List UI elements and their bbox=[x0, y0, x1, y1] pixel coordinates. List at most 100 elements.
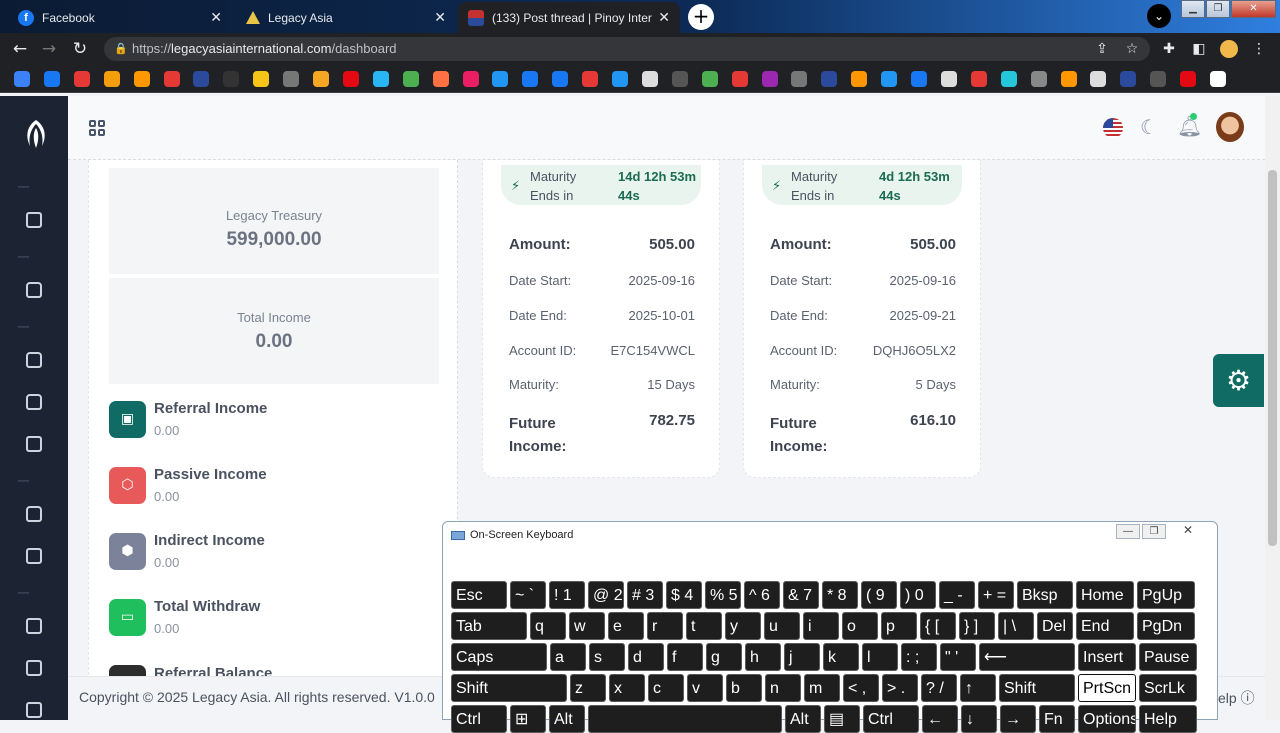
osk-key[interactable]: k bbox=[823, 643, 859, 671]
sidebar-item-grid[interactable] bbox=[26, 702, 42, 718]
bookmark-icon[interactable] bbox=[881, 71, 898, 87]
osk-key[interactable]: h bbox=[745, 643, 781, 671]
osk-key[interactable]: > . bbox=[882, 674, 918, 702]
page-scrollbar[interactable] bbox=[1265, 96, 1280, 720]
osk-key[interactable]: * 8 bbox=[822, 581, 858, 609]
osk-maximize-button[interactable]: ❐ bbox=[1142, 524, 1166, 539]
osk-key[interactable]: ! 1 bbox=[549, 581, 585, 609]
bookmark-icon[interactable] bbox=[313, 71, 329, 87]
osk-key[interactable]: p bbox=[881, 612, 917, 640]
osk-key[interactable]: } ] bbox=[959, 612, 995, 640]
scrollbar-thumb[interactable] bbox=[1268, 170, 1277, 546]
osk-key[interactable]: y bbox=[725, 612, 761, 640]
osk-key[interactable]: : ; bbox=[901, 643, 937, 671]
close-tab-icon[interactable]: ✕ bbox=[434, 9, 446, 26]
bookmark-icon[interactable] bbox=[911, 71, 927, 87]
settings-gear-button[interactable]: ⚙ bbox=[1213, 354, 1264, 407]
osk-key[interactable]: x bbox=[609, 674, 645, 702]
bookmark-icon[interactable] bbox=[940, 71, 957, 87]
share-icon[interactable]: ⇪ bbox=[1094, 41, 1110, 57]
osk-key[interactable]: ( 9 bbox=[861, 581, 897, 609]
tab-pinoy-internet[interactable]: (133) Post thread | Pinoy Internet ✕ bbox=[458, 2, 680, 33]
bookmark-icon[interactable] bbox=[1000, 71, 1017, 87]
osk-key[interactable]: Shift bbox=[451, 674, 567, 702]
bookmark-icon[interactable] bbox=[970, 71, 987, 87]
osk-key[interactable]: n bbox=[765, 674, 801, 702]
osk-key[interactable]: ← bbox=[922, 705, 958, 733]
osk-key[interactable]: Insert bbox=[1078, 643, 1136, 671]
tab-legacy-asia[interactable]: Legacy Asia ✕ bbox=[236, 2, 456, 33]
osk-key[interactable]: ? / bbox=[921, 674, 957, 702]
bookmark-icon[interactable] bbox=[851, 71, 868, 87]
bookmark-icon[interactable] bbox=[671, 71, 688, 87]
legacy-logo-icon[interactable] bbox=[21, 118, 51, 150]
osk-key[interactable]: g bbox=[706, 643, 742, 671]
forward-icon[interactable]: → bbox=[38, 38, 60, 60]
osk-key[interactable]: Options bbox=[1078, 705, 1136, 733]
bookmark-star-icon[interactable]: ☆ bbox=[1124, 41, 1140, 57]
osk-key[interactable]: < , bbox=[843, 674, 879, 702]
bookmark-icon[interactable] bbox=[1150, 71, 1167, 87]
sidebar-item-dashboard[interactable] bbox=[26, 212, 42, 228]
osk-key[interactable]: ↓ bbox=[961, 705, 997, 733]
bookmark-icon[interactable] bbox=[761, 71, 778, 87]
osk-key[interactable]: ) 0 bbox=[900, 581, 936, 609]
dark-mode-icon[interactable]: ☾ bbox=[1140, 115, 1158, 139]
close-tab-icon[interactable]: ✕ bbox=[210, 9, 222, 26]
bookmark-icon[interactable] bbox=[1120, 71, 1137, 87]
osk-key[interactable]: i bbox=[803, 612, 839, 640]
osk-key[interactable]: s bbox=[589, 643, 625, 671]
osk-key[interactable]: PgDn bbox=[1137, 612, 1195, 640]
osk-close-button[interactable]: ✕ bbox=[1176, 524, 1200, 539]
osk-key[interactable]: o bbox=[842, 612, 878, 640]
osk-key[interactable]: b bbox=[726, 674, 762, 702]
osk-key[interactable]: | \ bbox=[998, 612, 1034, 640]
bookmark-icon[interactable] bbox=[582, 71, 599, 87]
osk-key[interactable]: Shift bbox=[999, 674, 1075, 702]
bookmark-icon[interactable] bbox=[73, 71, 90, 87]
osk-key[interactable]: r bbox=[647, 612, 683, 640]
bookmark-icon[interactable] bbox=[402, 71, 419, 87]
bookmark-icon[interactable] bbox=[103, 71, 120, 87]
bookmark-icon[interactable] bbox=[552, 71, 569, 87]
bookmark-icon[interactable] bbox=[372, 71, 389, 87]
osk-key[interactable]: → bbox=[1000, 705, 1036, 733]
osk-key[interactable]: ScrLk bbox=[1139, 674, 1197, 702]
osk-key[interactable]: a bbox=[550, 643, 586, 671]
osk-key[interactable]: Pause bbox=[1139, 643, 1197, 671]
osk-key[interactable]: m bbox=[804, 674, 840, 702]
bookmark-icon[interactable] bbox=[1090, 71, 1107, 87]
side-panel-icon[interactable]: ◧ bbox=[1191, 41, 1207, 57]
osk-key[interactable]: $ 4 bbox=[666, 581, 702, 609]
osk-key[interactable]: PgUp bbox=[1137, 581, 1195, 609]
back-icon[interactable]: ← bbox=[9, 38, 31, 60]
sidebar-item-grid[interactable] bbox=[26, 436, 42, 452]
osk-key[interactable]: f bbox=[667, 643, 703, 671]
bookmark-icon[interactable] bbox=[193, 71, 210, 87]
extensions-icon[interactable]: ✚ bbox=[1161, 41, 1177, 57]
bookmark-icon[interactable] bbox=[701, 71, 718, 87]
sidebar-item-lock[interactable] bbox=[26, 394, 42, 410]
apps-grid-icon[interactable] bbox=[89, 120, 107, 138]
osk-key[interactable]: % 5 bbox=[705, 581, 741, 609]
bookmark-icon[interactable] bbox=[821, 71, 838, 87]
osk-key[interactable]: Help bbox=[1139, 705, 1197, 733]
bookmark-icon[interactable] bbox=[522, 71, 539, 87]
osk-key[interactable]: d bbox=[628, 643, 664, 671]
osk-key[interactable]: _ - bbox=[939, 581, 975, 609]
bookmark-icon[interactable] bbox=[283, 71, 300, 87]
osk-minimize-button[interactable]: — bbox=[1116, 524, 1140, 539]
bookmark-icon[interactable] bbox=[462, 71, 479, 87]
osk-key[interactable]: End bbox=[1076, 612, 1134, 640]
bookmark-icon[interactable] bbox=[14, 71, 30, 87]
address-bar[interactable]: 🔒 https://legacyasiainternational.com/da… bbox=[104, 37, 1150, 61]
osk-key[interactable]: j bbox=[784, 643, 820, 671]
close-tab-icon[interactable]: ✕ bbox=[658, 9, 670, 26]
osk-key[interactable]: ⊞ bbox=[510, 705, 546, 733]
osk-key[interactable]: t bbox=[686, 612, 722, 640]
sidebar-item-grid[interactable] bbox=[26, 548, 42, 564]
new-tab-button[interactable]: + bbox=[688, 4, 714, 30]
osk-key[interactable]: & 7 bbox=[783, 581, 819, 609]
sidebar-item-lock[interactable] bbox=[26, 282, 42, 298]
osk-key[interactable]: " ' bbox=[940, 643, 976, 671]
